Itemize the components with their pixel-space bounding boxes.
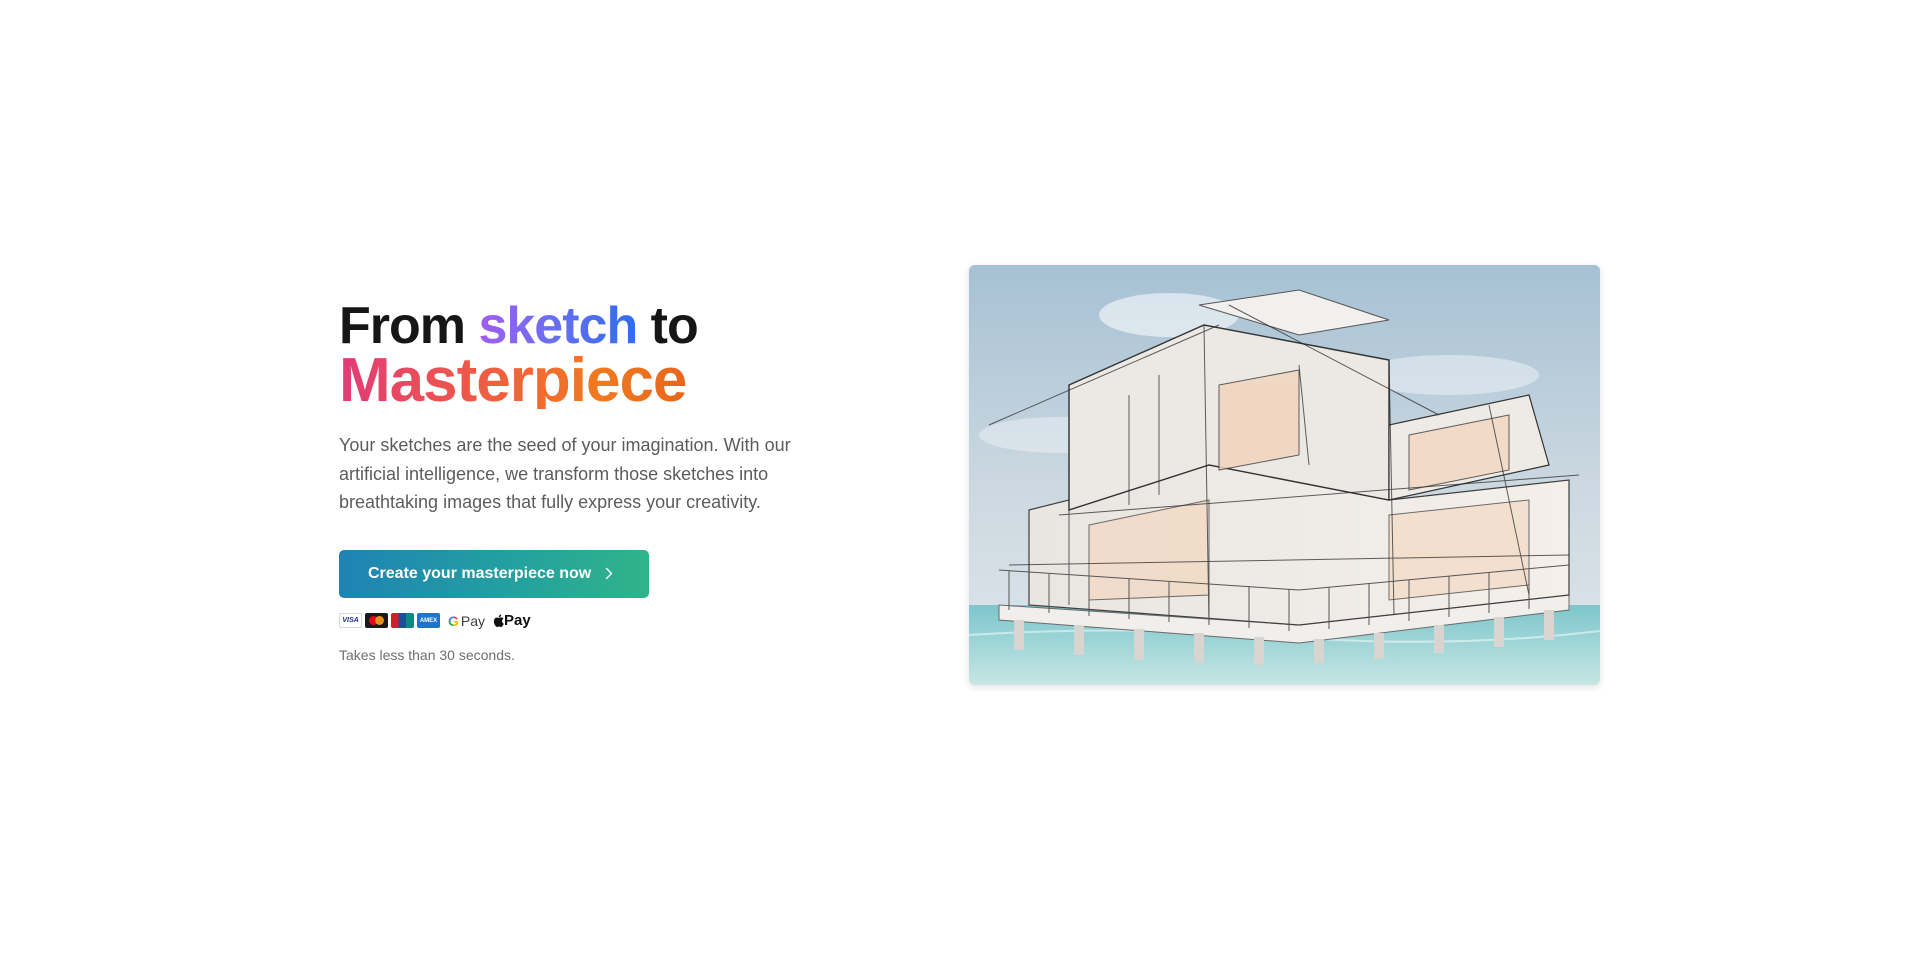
unionpay-icon (391, 613, 414, 628)
apple-logo-icon (493, 614, 504, 627)
payment-methods: VISA AMEX G Pay Pay (339, 612, 809, 630)
house-illustration (969, 265, 1600, 685)
visa-icon: VISA (339, 613, 362, 628)
apple-pay-label: Pay (504, 612, 531, 629)
duration-note: Takes less than 30 seconds. (339, 646, 515, 663)
amex-icon: AMEX (417, 613, 440, 628)
sketched-house-over-water-image (969, 265, 1600, 685)
google-pay-label: Pay (460, 612, 486, 629)
hero-description: Your sketches are the seed of your imagi… (339, 435, 791, 512)
hero-section: From sketch to Masterpiece Your sketches… (0, 0, 1920, 958)
google-pay-icon: G Pay (448, 613, 485, 629)
chevron-right-icon (605, 567, 613, 580)
headline-word-masterpiece: Masterpiece (339, 346, 687, 415)
hero-headline: From sketch to Masterpiece (339, 300, 809, 415)
hero-content: From sketch to Masterpiece Your sketches… (339, 300, 809, 663)
cta-label: Create your masterpiece now (368, 564, 592, 582)
mastercard-icon (365, 613, 388, 628)
google-g-glyph: G (448, 612, 459, 629)
create-masterpiece-button[interactable]: Create your masterpiece now (339, 549, 649, 598)
apple-pay-icon: Pay (493, 612, 531, 629)
